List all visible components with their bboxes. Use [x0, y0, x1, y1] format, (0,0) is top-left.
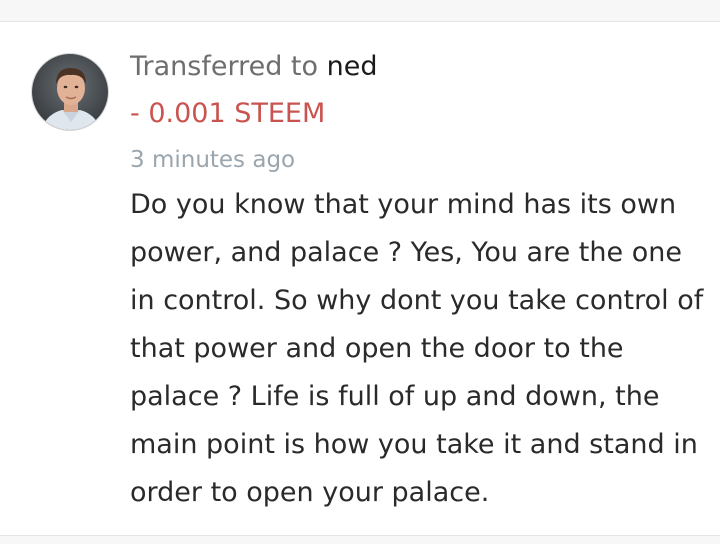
transfer-content: Transferred to ned - 0.001 STEEM 3 minut… — [130, 44, 705, 517]
memo-line: palace ? Life is full of up and down, th… — [130, 381, 660, 412]
avatar-photo — [32, 54, 108, 130]
memo-line: main point is how you take it and stand … — [130, 429, 698, 460]
memo-text: Do you know that your mind has its own p… — [130, 181, 705, 517]
recipient-link[interactable]: ned — [327, 51, 378, 82]
top-divider — [0, 0, 720, 22]
memo-line: order to open your palace. — [130, 477, 490, 508]
timestamp: 3 minutes ago — [130, 147, 296, 173]
memo-line: Do you know that your mind has its own — [130, 189, 677, 220]
memo-line: in control. So why dont you take control… — [130, 285, 704, 316]
transfer-item: Transferred to ned - 0.001 STEEM 3 minut… — [0, 0, 720, 544]
bottom-divider — [0, 535, 720, 544]
transfer-prefix: Transferred to — [130, 51, 319, 82]
memo-line: that power and open the door to the — [130, 333, 624, 364]
avatar[interactable] — [31, 53, 109, 131]
transfer-amount: - 0.001 STEEM — [130, 98, 326, 129]
memo-line: power, and palace ? Yes, You are the one — [130, 237, 682, 268]
transfer-label: Transferred to ned — [130, 44, 705, 90]
